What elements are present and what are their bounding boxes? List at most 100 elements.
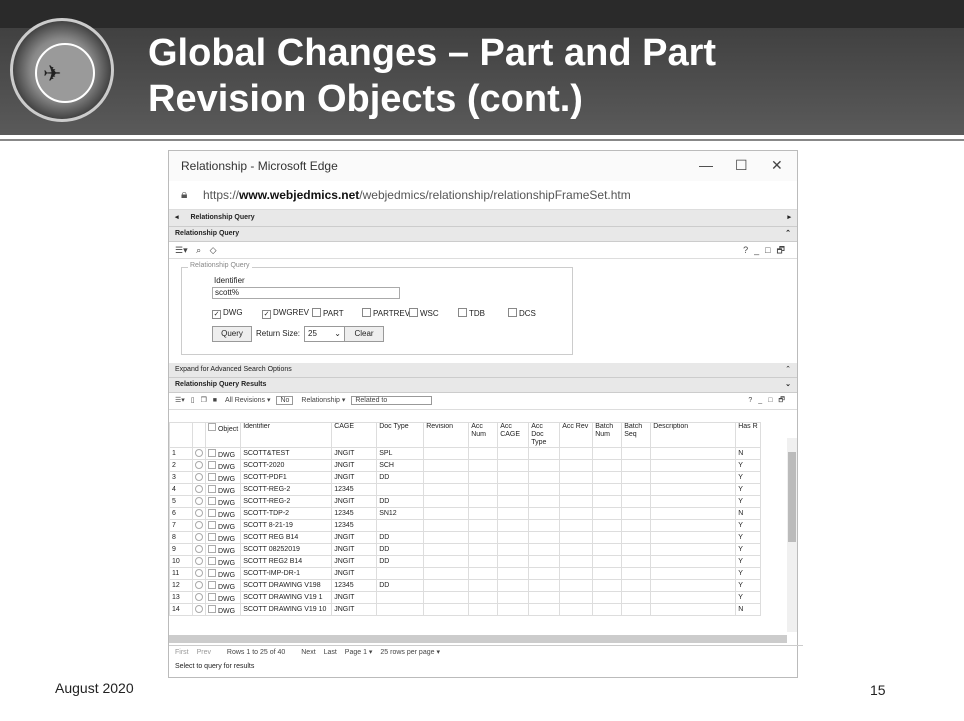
- row-object[interactable]: DWG: [204, 555, 242, 568]
- row-radio[interactable]: [192, 447, 206, 460]
- checkbox-partrev[interactable]: PARTREV: [362, 308, 410, 318]
- query-section-header[interactable]: Relationship Query ⌃: [169, 227, 797, 242]
- col-cage[interactable]: CAGE: [331, 422, 378, 448]
- identifier-input[interactable]: scott%: [212, 287, 400, 299]
- row-radio[interactable]: [192, 519, 206, 532]
- page-select[interactable]: Page 1 ▾: [345, 649, 373, 656]
- restore-panel-icon[interactable]: □: [768, 397, 778, 404]
- tab-relationship-query[interactable]: Relationship Query: [190, 214, 254, 221]
- col-identifier[interactable]: Identifier: [240, 422, 333, 448]
- row-object[interactable]: DWG: [204, 471, 242, 484]
- menu-icon[interactable]: ☰▾: [175, 245, 188, 255]
- row-object[interactable]: DWG: [204, 567, 242, 580]
- col-doctype[interactable]: Doc Type: [376, 422, 425, 448]
- url-text[interactable]: https://www.webjedmics.net/webjedmics/re…: [203, 188, 631, 202]
- results-header[interactable]: Relationship Query Results ⌄: [169, 378, 797, 393]
- row-object[interactable]: DWG: [204, 579, 242, 592]
- col-revision[interactable]: Revision: [423, 422, 470, 448]
- row-radio[interactable]: [192, 471, 206, 484]
- row-radio[interactable]: [192, 483, 206, 496]
- row-radio[interactable]: [192, 507, 206, 520]
- checkbox-tdb[interactable]: TDB: [458, 308, 485, 318]
- all-revisions-dropdown[interactable]: All Revisions ▾: [225, 397, 271, 404]
- maximize-button[interactable]: ☐: [735, 157, 748, 174]
- row-object[interactable]: DWG: [204, 543, 242, 556]
- rows-per-page-select[interactable]: 25 rows per page ▾: [380, 649, 440, 656]
- checkbox-dcs[interactable]: DCS: [508, 308, 536, 318]
- col-batchseq[interactable]: Batch Seq: [621, 422, 652, 448]
- row-object[interactable]: DWG: [204, 507, 242, 520]
- save-icon[interactable]: ■: [213, 397, 217, 404]
- first-page-link[interactable]: First: [175, 649, 189, 656]
- minimize-panel-icon[interactable]: _: [758, 397, 768, 404]
- popout-icon[interactable]: 🗗: [777, 245, 791, 255]
- row-radio[interactable]: [192, 603, 206, 616]
- row-radio[interactable]: [192, 591, 206, 604]
- row-object[interactable]: DWG: [204, 495, 242, 508]
- no-select[interactable]: No: [276, 396, 294, 405]
- row-radio[interactable]: [192, 579, 206, 592]
- prev-page-link[interactable]: Prev: [197, 649, 211, 656]
- col-batchnum[interactable]: Batch Num: [592, 422, 623, 448]
- help-icon[interactable]: ?: [748, 397, 758, 404]
- relationship-dropdown[interactable]: Relationship ▾: [301, 397, 345, 404]
- table-row[interactable]: 9 DWG SCOTT 08252019 JNGIT DD Y: [169, 543, 761, 556]
- search-icon[interactable]: ⌕: [196, 245, 201, 255]
- help-icon[interactable]: ?: [743, 245, 754, 255]
- row-radio[interactable]: [192, 555, 206, 568]
- checkbox-dwg[interactable]: ✓ DWG: [212, 308, 243, 319]
- select-all-checkbox[interactable]: [208, 423, 216, 431]
- checkbox-part[interactable]: PART: [312, 308, 344, 318]
- row-radio[interactable]: [192, 495, 206, 508]
- checkbox-wsc[interactable]: WSC: [409, 308, 439, 318]
- table-row[interactable]: 6 DWG SCOTT-TDP-2 12345 SN12 N: [169, 507, 761, 520]
- table-row[interactable]: 7 DWG SCOTT 8-21-19 12345 Y: [169, 519, 761, 532]
- related-to-select[interactable]: Related to: [351, 396, 433, 405]
- horizontal-scrollbar[interactable]: [169, 635, 787, 643]
- next-page-link[interactable]: Next: [301, 649, 315, 656]
- chevron-down-icon[interactable]: ⌄: [785, 378, 791, 392]
- eraser-icon[interactable]: ◇: [210, 245, 217, 255]
- tab-right-arrow-icon[interactable]: ▸: [787, 210, 791, 226]
- row-radio[interactable]: [192, 567, 206, 580]
- col-accrev[interactable]: Acc Rev: [559, 422, 594, 448]
- row-object[interactable]: DWG: [204, 591, 242, 604]
- col-object[interactable]: Object: [204, 422, 242, 448]
- row-object[interactable]: DWG: [204, 531, 242, 544]
- address-bar[interactable]: 🔒︎ https://www.webjedmics.net/webjedmics…: [169, 181, 797, 210]
- menu-icon[interactable]: ☰▾: [175, 397, 185, 404]
- row-object[interactable]: DWG: [204, 483, 242, 496]
- table-row[interactable]: 2 DWG SCOTT-2020 JNGIT SCH Y: [169, 459, 761, 472]
- table-row[interactable]: 13 DWG SCOTT DRAWING V19 1 JNGIT Y: [169, 591, 761, 604]
- col-accdoctype[interactable]: Acc Doc Type: [528, 422, 561, 448]
- table-row[interactable]: 4 DWG SCOTT-REG-2 12345 Y: [169, 483, 761, 496]
- table-row[interactable]: 12 DWG SCOTT DRAWING V198 12345 DD Y: [169, 579, 761, 592]
- return-size-select[interactable]: 25 ⌄: [304, 326, 345, 342]
- table-row[interactable]: 8 DWG SCOTT REG B14 JNGIT DD Y: [169, 531, 761, 544]
- col-acccage[interactable]: Acc CAGE: [497, 422, 530, 448]
- row-object[interactable]: DWG: [204, 447, 242, 460]
- collapse-icon[interactable]: ⌃: [785, 227, 791, 241]
- minimize-button[interactable]: —: [699, 157, 713, 173]
- scrollbar-thumb[interactable]: [788, 452, 796, 542]
- restore-panel-icon[interactable]: □: [765, 245, 776, 255]
- minimize-panel-icon[interactable]: _: [754, 245, 765, 255]
- vertical-scrollbar[interactable]: [787, 438, 797, 632]
- checkbox-dwgrev[interactable]: ✓ DWGREV: [262, 308, 309, 319]
- advanced-options-bar[interactable]: Expand for Advanced Search Options ⌃: [169, 363, 797, 378]
- row-object[interactable]: DWG: [204, 459, 242, 472]
- table-row[interactable]: 1 DWG SCOTT&TEST JNGIT SPL N: [169, 447, 761, 460]
- table-row[interactable]: 10 DWG SCOTT REG2 B14 JNGIT DD Y: [169, 555, 761, 568]
- table-row[interactable]: 11 DWG SCOTT-IMP-DR-1 JNGIT Y: [169, 567, 761, 580]
- row-object[interactable]: DWG: [204, 519, 242, 532]
- close-button[interactable]: ✕: [771, 157, 783, 174]
- row-radio[interactable]: [192, 459, 206, 472]
- expand-icon[interactable]: ⌃: [785, 363, 791, 377]
- table-row[interactable]: 14 DWG SCOTT DRAWING V19 10 JNGIT N: [169, 603, 761, 616]
- copy-icon[interactable]: ❐: [201, 397, 207, 404]
- col-accnum[interactable]: Acc Num: [468, 422, 499, 448]
- document-icon[interactable]: ▯: [191, 397, 195, 404]
- table-row[interactable]: 3 DWG SCOTT-PDF1 JNGIT DD Y: [169, 471, 761, 484]
- tab-left-arrow-icon[interactable]: ◂: [175, 214, 179, 221]
- query-button[interactable]: Query: [212, 326, 252, 342]
